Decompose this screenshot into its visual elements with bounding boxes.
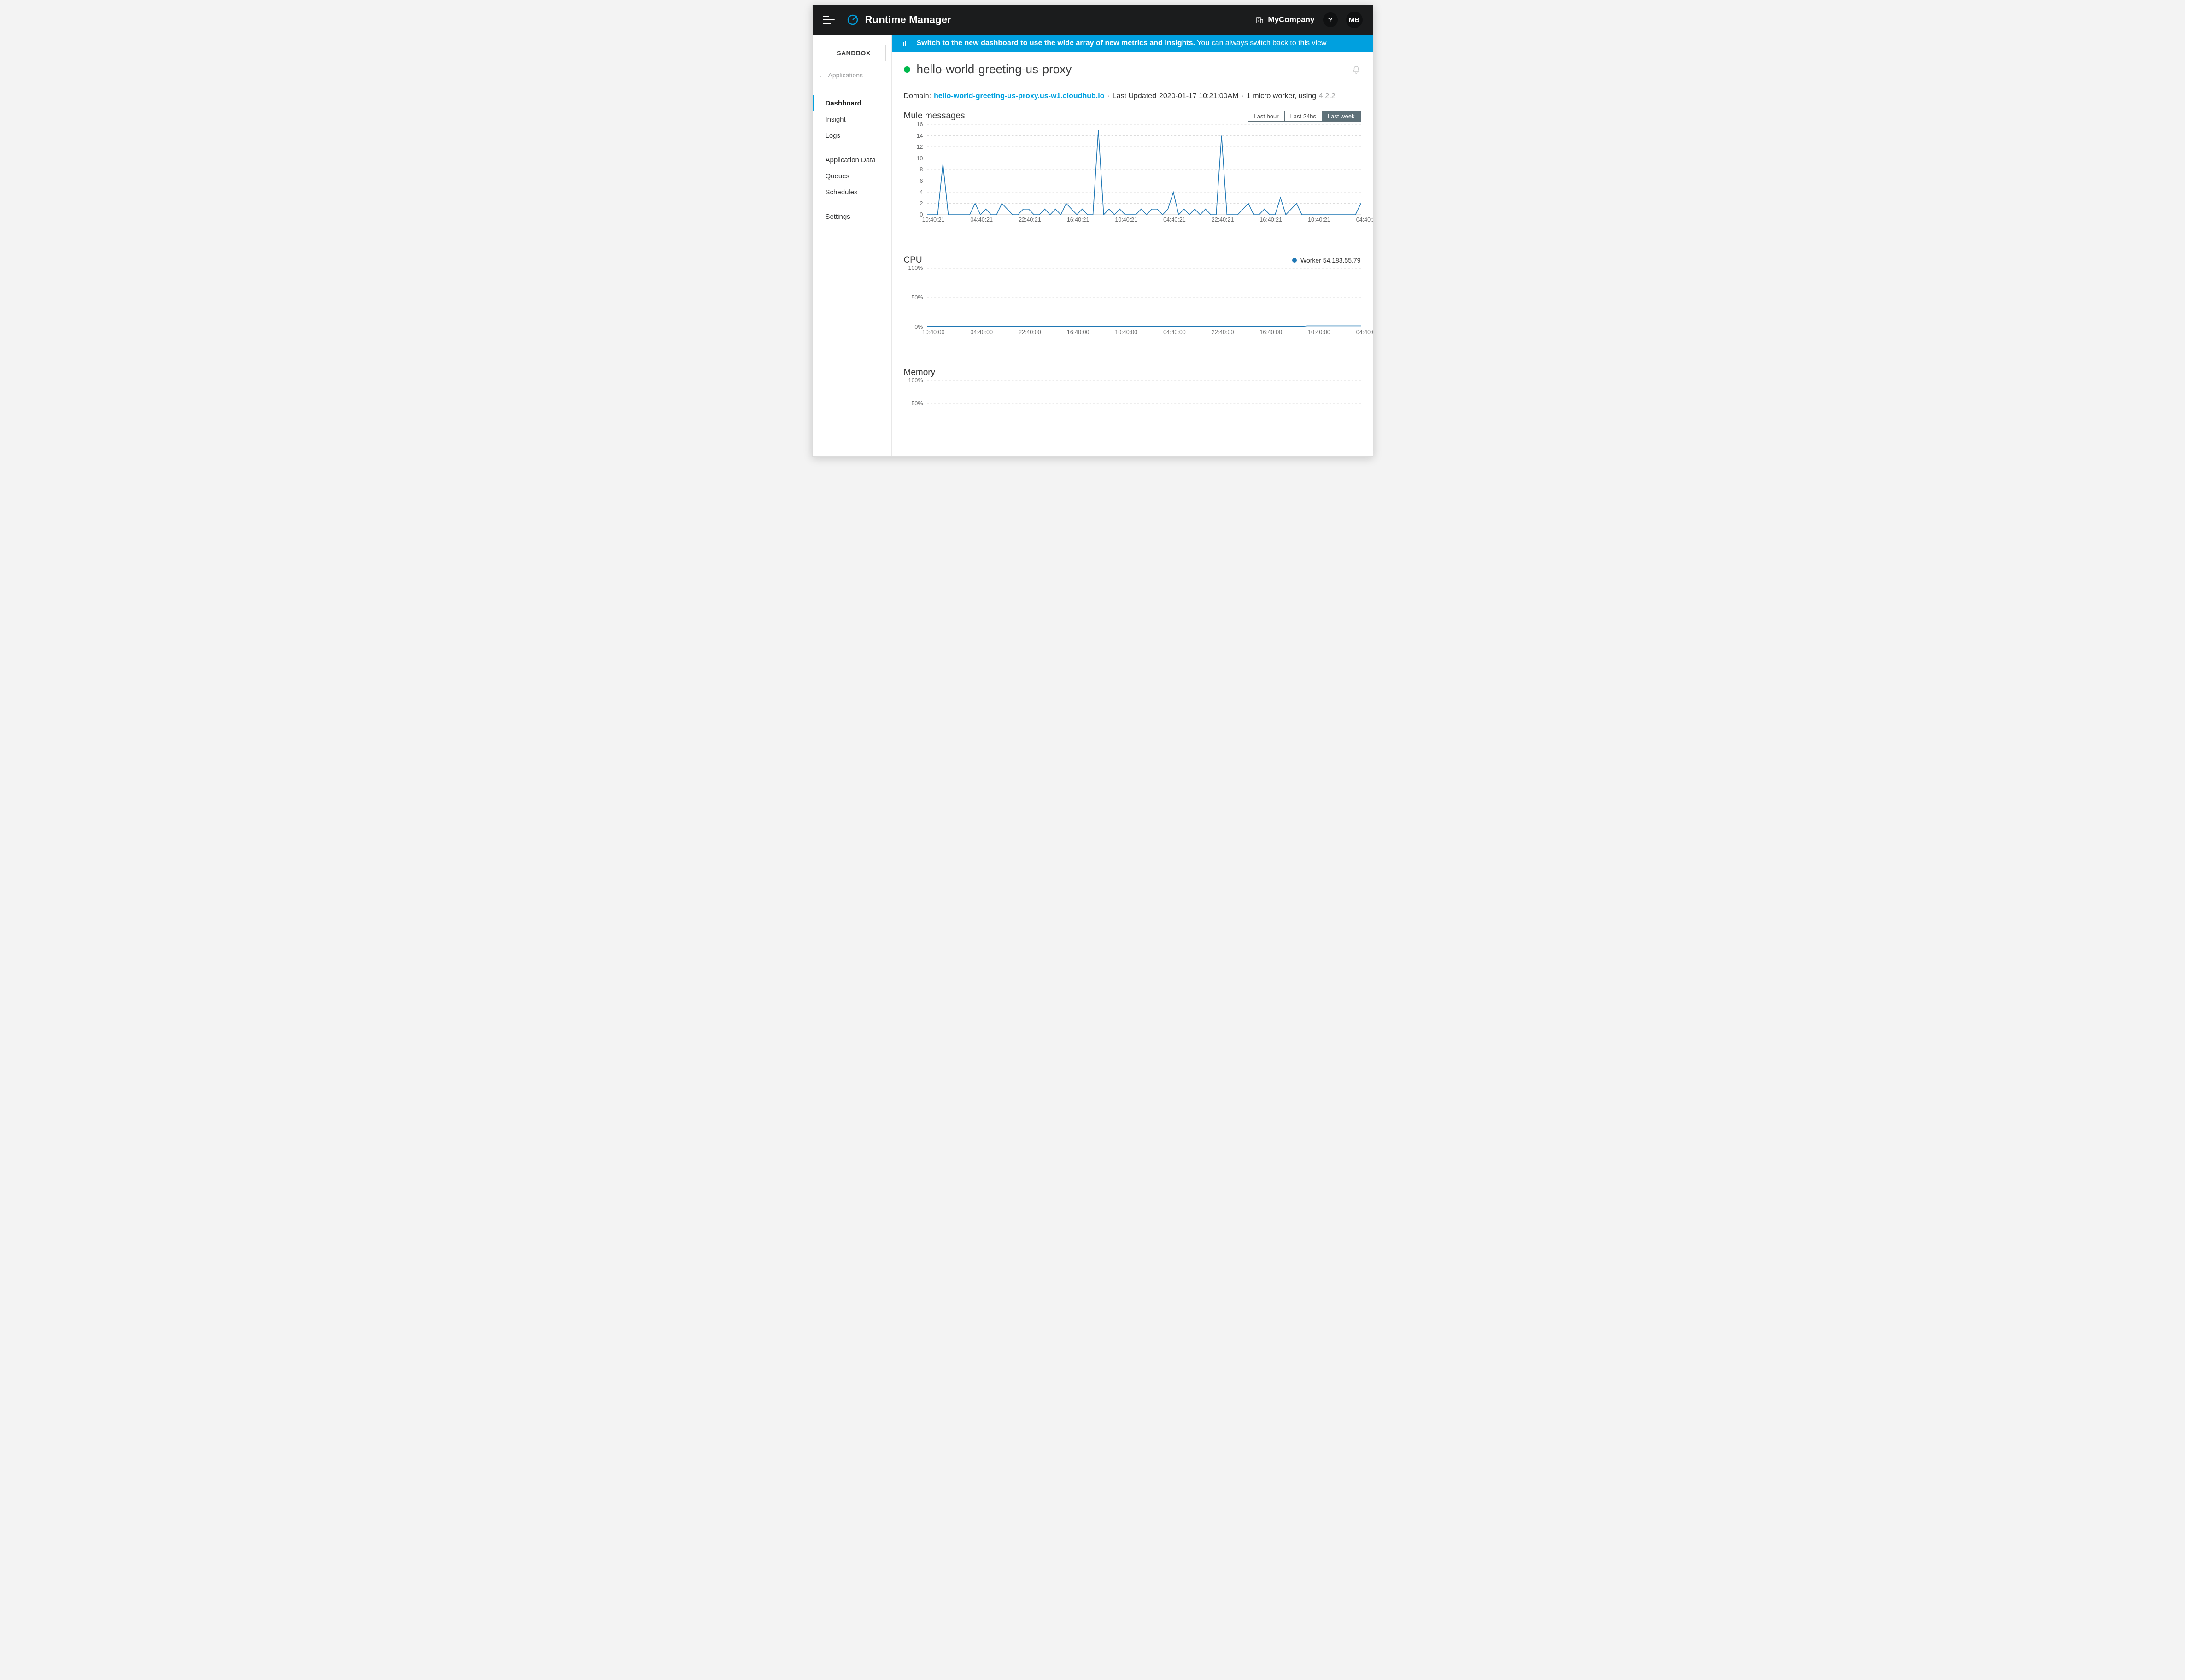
status-indicator-icon bbox=[904, 66, 910, 73]
memory-ytick: 100% bbox=[908, 377, 923, 384]
environment-selector[interactable]: SANDBOX bbox=[822, 45, 886, 61]
memory-chart-title: Memory bbox=[904, 368, 936, 378]
new-dashboard-banner: Switch to the new dashboard to use the w… bbox=[892, 35, 1373, 52]
org-switcher[interactable]: MyCompany bbox=[1256, 15, 1314, 24]
banner-tail-text: You can always switch back to this view bbox=[1197, 39, 1326, 47]
time-range-last-24hs[interactable]: Last 24hs bbox=[1284, 111, 1322, 121]
mule-xtick: 22:40:21 bbox=[1212, 217, 1234, 223]
sidebar-item-application-data[interactable]: Application Data bbox=[813, 152, 891, 168]
switch-dashboard-link[interactable]: Switch to the new dashboard to use the w… bbox=[917, 39, 1195, 47]
mule-ytick: 10 bbox=[917, 155, 923, 162]
mule-chart-title: Mule messages bbox=[904, 111, 965, 121]
memory-chart bbox=[927, 380, 1361, 427]
help-button[interactable]: ? bbox=[1323, 12, 1338, 27]
sidebar-item-logs[interactable]: Logs bbox=[813, 128, 891, 144]
cpu-ytick: 100% bbox=[908, 265, 923, 271]
cpu-xtick: 22:40:00 bbox=[1212, 329, 1234, 335]
mule-xtick: 10:40:21 bbox=[1115, 217, 1137, 223]
mule-ytick: 12 bbox=[917, 144, 923, 150]
cpu-xtick: 04:40:00 bbox=[1356, 329, 1373, 335]
mule-xtick: 10:40:21 bbox=[922, 217, 945, 223]
mule-ytick: 4 bbox=[920, 189, 923, 195]
topbar: Runtime Manager MyCompany ? MB bbox=[813, 5, 1373, 35]
insights-icon bbox=[902, 39, 910, 47]
building-icon bbox=[1256, 16, 1264, 24]
runtime-version: 4.2.2 bbox=[1319, 92, 1336, 100]
cpu-xtick: 04:40:00 bbox=[1163, 329, 1186, 335]
mule-xtick: 22:40:21 bbox=[1019, 217, 1041, 223]
sidebar-item-schedules[interactable]: Schedules bbox=[813, 184, 891, 200]
memory-ytick: 50% bbox=[911, 400, 923, 407]
cpu-xtick: 10:40:00 bbox=[1115, 329, 1137, 335]
mule-xtick: 04:40:21 bbox=[1356, 217, 1373, 223]
cpu-xaxis: 10:40:00 04:40:00 22:40:00 16:40:00 10:40:00… bbox=[927, 329, 1361, 342]
legend-dot-icon bbox=[1292, 258, 1297, 263]
cpu-chart-title: CPU bbox=[904, 255, 922, 265]
cpu-xtick: 10:40:00 bbox=[922, 329, 945, 335]
mule-ytick: 8 bbox=[920, 166, 923, 173]
arrow-left-icon: ← bbox=[819, 71, 826, 79]
sidebar-item-queues[interactable]: Queues bbox=[813, 168, 891, 184]
mule-ytick: 6 bbox=[920, 178, 923, 184]
sidebar-nav: DashboardInsightLogs Application DataQueu… bbox=[813, 95, 891, 225]
mule-xtick: 04:40:21 bbox=[1163, 217, 1186, 223]
user-avatar[interactable]: MB bbox=[1346, 12, 1363, 28]
time-range-switch: Last hourLast 24hsLast week bbox=[1248, 111, 1360, 122]
cpu-xtick: 16:40:00 bbox=[1259, 329, 1282, 335]
applications-back-link[interactable]: ← Applications bbox=[813, 69, 891, 82]
menu-toggle-button[interactable] bbox=[823, 16, 835, 24]
cpu-xtick: 22:40:00 bbox=[1019, 329, 1041, 335]
mule-ytick: 16 bbox=[917, 121, 923, 128]
cpu-ytick: 50% bbox=[911, 294, 923, 301]
domain-link[interactable]: hello-world-greeting-us-proxy.us-w1.clou… bbox=[934, 92, 1104, 100]
mule-chart bbox=[927, 124, 1361, 215]
main-area: Switch to the new dashboard to use the w… bbox=[892, 35, 1373, 456]
legend-worker-label: Worker 54.183.55.79 bbox=[1300, 257, 1361, 264]
time-range-last-week[interactable]: Last week bbox=[1322, 111, 1360, 121]
workers-label: 1 micro worker, using bbox=[1247, 92, 1316, 100]
sidebar: SANDBOX ← Applications DashboardInsightL… bbox=[813, 35, 892, 456]
cpu-legend: Worker 54.183.55.79 bbox=[1292, 257, 1361, 264]
last-updated-label: Last Updated bbox=[1113, 92, 1156, 100]
product-logo-icon bbox=[847, 14, 859, 26]
mule-xtick: 04:40:21 bbox=[970, 217, 993, 223]
mule-xaxis: 10:40:21 04:40:21 22:40:21 16:40:21 10:40:21… bbox=[927, 217, 1361, 229]
sidebar-item-settings[interactable]: Settings bbox=[813, 209, 891, 225]
app-frame: Runtime Manager MyCompany ? MB bbox=[812, 5, 1373, 457]
application-title: hello-world-greeting-us-proxy bbox=[917, 62, 1072, 76]
cpu-xtick: 16:40:00 bbox=[1067, 329, 1090, 335]
domain-label: Domain: bbox=[904, 92, 931, 100]
sidebar-item-insight[interactable]: Insight bbox=[813, 111, 891, 128]
app-meta-line: Domain: hello-world-greeting-us-proxy.us… bbox=[904, 92, 1361, 100]
last-updated-value: 2020-01-17 10:21:00AM bbox=[1159, 92, 1239, 100]
cpu-chart bbox=[927, 268, 1361, 327]
cpu-xtick: 10:40:00 bbox=[1308, 329, 1330, 335]
org-name: MyCompany bbox=[1268, 15, 1314, 24]
breadcrumb-label: Applications bbox=[828, 71, 863, 79]
notifications-button[interactable] bbox=[1352, 65, 1361, 74]
mule-xtick: 16:40:21 bbox=[1067, 217, 1090, 223]
sidebar-item-dashboard[interactable]: Dashboard bbox=[813, 95, 891, 111]
time-range-last-hour[interactable]: Last hour bbox=[1248, 111, 1284, 121]
mule-xtick: 10:40:21 bbox=[1308, 217, 1330, 223]
mule-ytick: 2 bbox=[920, 200, 923, 207]
cpu-xtick: 04:40:00 bbox=[970, 329, 993, 335]
mule-ytick: 14 bbox=[917, 133, 923, 139]
mule-xtick: 16:40:21 bbox=[1259, 217, 1282, 223]
app-title: Runtime Manager bbox=[865, 14, 952, 26]
